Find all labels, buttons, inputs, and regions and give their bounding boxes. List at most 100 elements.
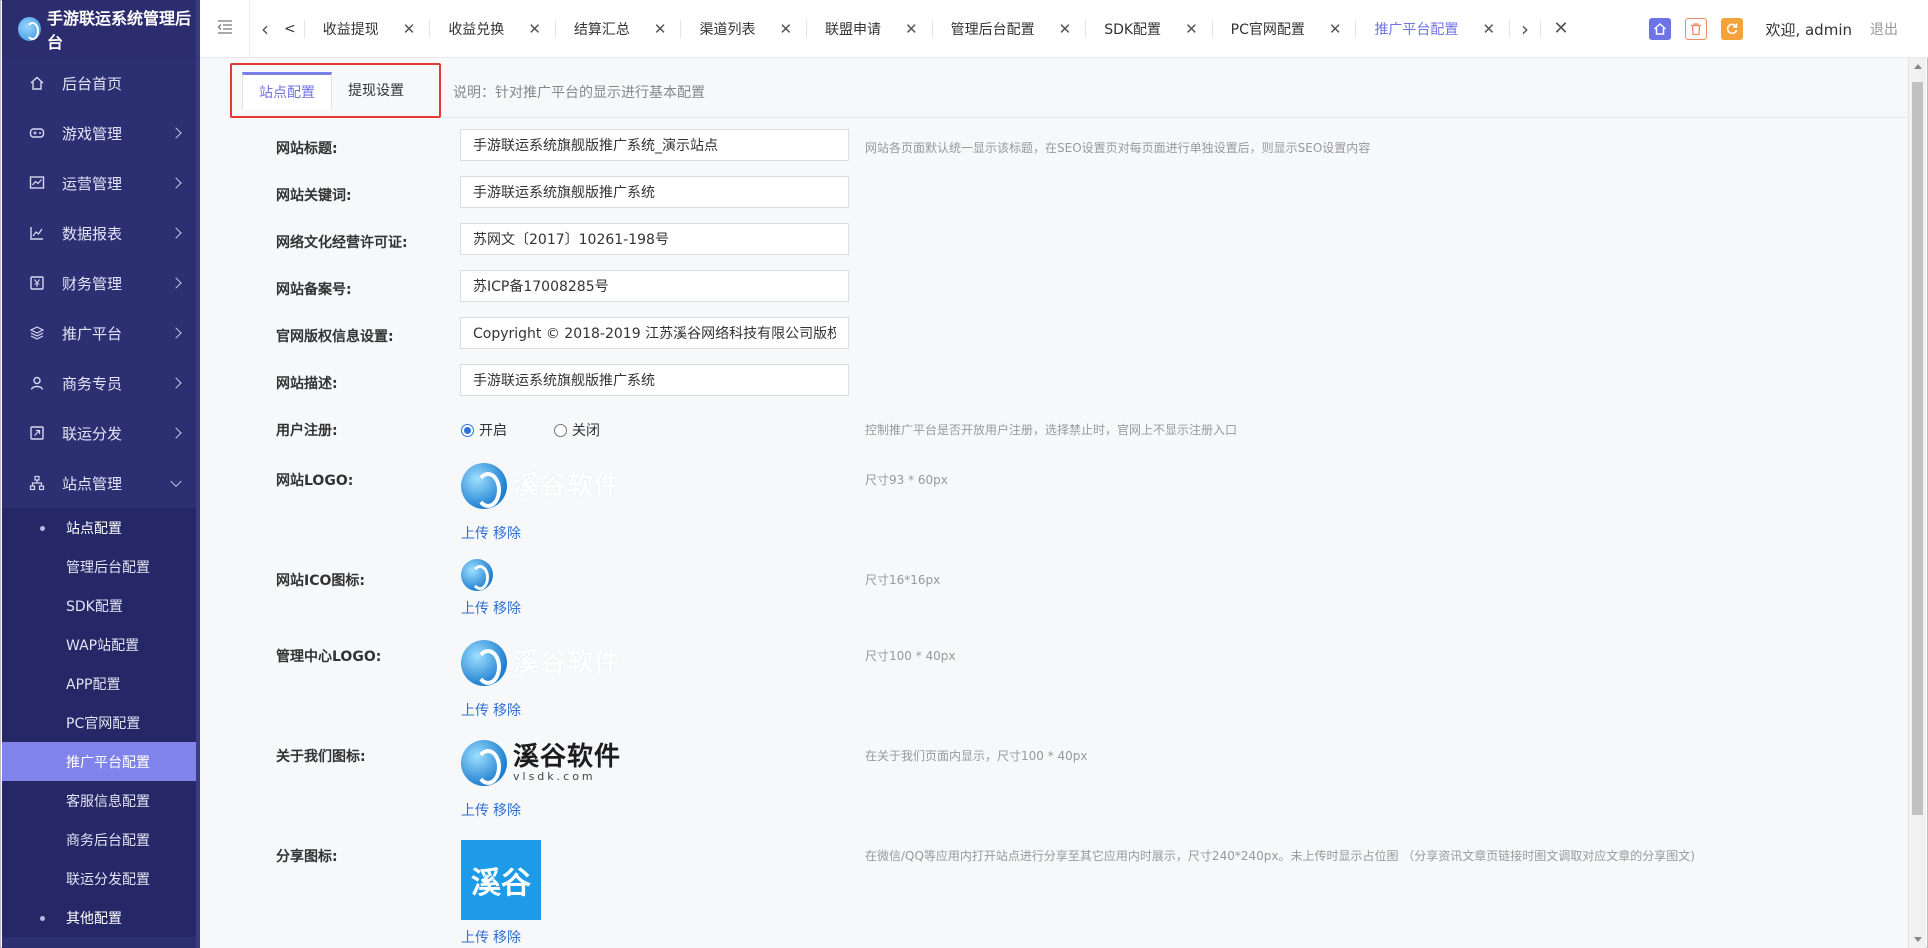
site-logo-actions: 上传 移除 <box>461 523 525 543</box>
sidebar-item-label: 站点管理 <box>62 474 123 493</box>
upload-link[interactable]: 上传 <box>461 930 489 946</box>
close-icon[interactable]: ✕ <box>1329 20 1342 38</box>
site-keywords-label: 网站关键词: <box>276 188 352 204</box>
header-actions: 欢迎, admin 退出 <box>1649 0 1898 58</box>
gamepad-icon <box>28 124 46 142</box>
logout-link[interactable]: 退出 <box>1870 19 1898 39</box>
close-icon[interactable]: ✕ <box>905 20 918 38</box>
close-icon[interactable]: ✕ <box>1185 20 1198 38</box>
upload-link[interactable]: 上传 <box>461 601 489 617</box>
remove-link[interactable]: 移除 <box>493 601 521 617</box>
sidebar-item-home[interactable]: 后台首页 <box>2 58 200 108</box>
submenu-item-business-config[interactable]: 商务后台配置 <box>2 820 200 859</box>
close-icon[interactable]: ✕ <box>403 20 416 38</box>
logo-subtext: vlsdk.com <box>513 770 596 783</box>
site-logo-image: 溪谷软件 <box>461 463 621 509</box>
tab-withdraw-settings[interactable]: 提现设置 <box>332 72 420 108</box>
logo-text: 溪谷软件 <box>513 648 622 678</box>
refresh-icon[interactable] <box>1721 18 1744 40</box>
scroll-down-icon[interactable] <box>1914 937 1922 942</box>
logo-text: 溪谷软件 <box>513 742 622 772</box>
remove-link[interactable]: 移除 <box>493 803 521 819</box>
tabs-prev-button[interactable]: ‹ <box>250 0 280 58</box>
close-icon[interactable]: ✕ <box>1482 20 1495 38</box>
sidebar-item-distribution[interactable]: 联运分发 <box>2 408 200 458</box>
tab-settlement-summary[interactable]: 结算汇总 ✕ <box>556 0 681 58</box>
close-icon[interactable]: ✕ <box>528 20 541 38</box>
sidebar-item-label: 后台首页 <box>62 74 123 93</box>
chevron-left-icon: ‹ <box>261 16 269 41</box>
tab-alliance-apply[interactable]: 联盟申请 ✕ <box>807 0 932 58</box>
sidebar-item-promotion[interactable]: 推广平台 <box>2 308 200 358</box>
tab-label: SDK配置 <box>1104 21 1162 38</box>
submenu-item-sdk-config[interactable]: SDK配置 <box>2 586 200 625</box>
submenu-group-other-config[interactable]: 其他配置 <box>2 898 200 937</box>
top-bar: ‹ < 收益提现 ✕ 收益兑换 ✕ 结算汇总 ✕ 渠道列表 ✕ 联盟申请 ✕ 管… <box>200 0 1928 58</box>
site-title-input[interactable] <box>460 129 849 161</box>
chevron-right-icon <box>170 227 182 239</box>
close-icon[interactable]: ✕ <box>779 20 792 38</box>
share-icon-hint: 在微信/QQ等应用内打开站点进行分享至其它应用内时展示，尺寸240*240px。… <box>865 849 1695 863</box>
radio-label: 开启 <box>479 423 507 439</box>
tab-channel-list[interactable]: 渠道列表 ✕ <box>681 0 806 58</box>
remove-link[interactable]: 移除 <box>493 526 521 542</box>
admin-logo-hint: 尺寸100 * 40px <box>865 649 956 663</box>
culture-license-input[interactable] <box>460 223 849 255</box>
logo-swirl-icon <box>461 463 507 509</box>
close-icon[interactable]: ✕ <box>654 20 667 38</box>
config-note: 说明：针对推广平台的显示进行基本配置 <box>453 85 705 101</box>
tab-site-config[interactable]: 站点配置 <box>242 72 332 110</box>
home-icon[interactable] <box>1649 18 1672 40</box>
radio-unchecked-icon <box>554 423 567 437</box>
icp-input[interactable] <box>460 270 849 302</box>
tab-sdk-config[interactable]: SDK配置 ✕ <box>1086 0 1211 58</box>
tab-income-withdraw[interactable]: 收益提现 ✕ <box>305 0 430 58</box>
sidebar-item-site[interactable]: 站点管理 <box>2 458 200 508</box>
upload-link[interactable]: 上传 <box>461 526 489 542</box>
submenu-item-app-config[interactable]: APP配置 <box>2 664 200 703</box>
close-all-tabs-button[interactable]: ✕ <box>1541 0 1581 58</box>
registration-off-radio[interactable]: 关闭 <box>554 420 600 440</box>
description-input[interactable] <box>460 364 849 396</box>
scroll-up-icon[interactable] <box>1914 64 1922 69</box>
remove-link[interactable]: 移除 <box>493 930 521 946</box>
sidebar-item-business[interactable]: 商务专员 <box>2 358 200 408</box>
tab-promotion-config[interactable]: 推广平台配置 ✕ <box>1356 0 1509 58</box>
submenu-item-promotion-config[interactable]: 推广平台配置 <box>2 742 200 781</box>
copyright-input[interactable] <box>460 317 849 349</box>
tab-overflow[interactable]: < <box>280 0 304 58</box>
scrollbar-thumb[interactable] <box>1912 82 1923 815</box>
sidebar-item-operations[interactable]: 运营管理 <box>2 158 200 208</box>
upload-link[interactable]: 上传 <box>461 703 489 719</box>
line-chart-icon <box>28 224 46 242</box>
trash-icon[interactable] <box>1685 18 1708 40</box>
main-scrollbar[interactable] <box>1908 58 1926 948</box>
site-logo-hint: 尺寸93 * 60px <box>865 473 948 487</box>
site-keywords-input[interactable] <box>460 176 849 208</box>
submenu-item-admin-config[interactable]: 管理后台配置 <box>2 547 200 586</box>
sidebar-item-finance[interactable]: 财务管理 <box>2 258 200 308</box>
submenu-group-site-config[interactable]: 站点配置 <box>2 508 200 547</box>
sidebar-item-games[interactable]: 游戏管理 <box>2 108 200 158</box>
submenu-item-wap-config[interactable]: WAP站配置 <box>2 625 200 664</box>
submenu-item-distribution-config[interactable]: 联运分发配置 <box>2 859 200 898</box>
submenu-item-service-config[interactable]: 客服信息配置 <box>2 781 200 820</box>
remove-link[interactable]: 移除 <box>493 703 521 719</box>
tab-income-exchange[interactable]: 收益兑换 ✕ <box>430 0 555 58</box>
tab-label: 收益兑换 <box>448 21 505 38</box>
registration-on-radio[interactable]: 开启 <box>461 420 507 440</box>
icp-label: 网站备案号: <box>276 282 352 298</box>
tab-admin-config[interactable]: 管理后台配置 ✕ <box>933 0 1086 58</box>
chevron-right-icon: › <box>1521 16 1530 41</box>
upload-link[interactable]: 上传 <box>461 803 489 819</box>
culture-license-label: 网络文化经营许可证: <box>276 235 408 251</box>
site-title-label: 网站标题: <box>276 141 338 157</box>
close-icon[interactable]: ✕ <box>1059 20 1072 38</box>
collapse-sidebar-button[interactable] <box>200 0 250 58</box>
brand[interactable]: 手游联运系统管理后台 <box>2 0 200 58</box>
sidebar-item-label: 游戏管理 <box>62 124 123 143</box>
tabs-next-button[interactable]: › <box>1510 0 1540 58</box>
tab-pc-config[interactable]: PC官网配置 ✕ <box>1213 0 1356 58</box>
submenu-item-pc-config[interactable]: PC官网配置 <box>2 703 200 742</box>
sidebar-item-reports[interactable]: 数据报表 <box>2 208 200 258</box>
